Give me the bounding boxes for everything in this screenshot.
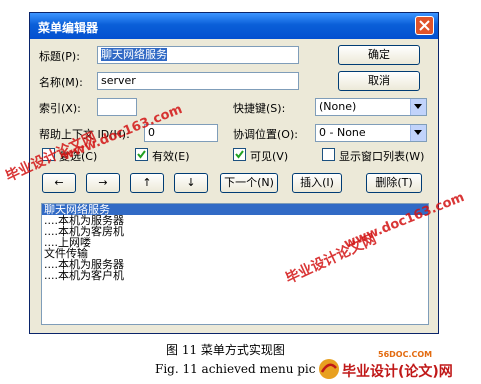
- insert-button[interactable]: 插入(I): [292, 173, 342, 193]
- index-label: 索引(X):: [39, 102, 81, 115]
- caption-label: 标题(P):: [39, 50, 80, 63]
- move-up-button[interactable]: ↑: [130, 173, 164, 193]
- menu-list[interactable]: 聊天网络服务 ....本机为服务器 ....本机为客房机 ....上网喽 文件传…: [41, 203, 429, 325]
- windowlist-checkbox[interactable]: [322, 148, 335, 161]
- close-icon: [419, 20, 430, 31]
- menu-editor-window: 菜单编辑器 标题(P): 聊天网络服务 确定 名称(M): server 取消 …: [29, 12, 439, 334]
- logo-name: 毕业设计(论文)网: [342, 364, 453, 380]
- shortcut-label: 快捷键(S):: [233, 102, 286, 115]
- visible-checkbox[interactable]: [233, 148, 246, 161]
- negotiate-dropdown-button[interactable]: [410, 125, 426, 141]
- shortcut-select[interactable]: (None): [315, 98, 427, 116]
- cancel-button[interactable]: 取消: [338, 71, 420, 91]
- logo-site: 56DOC.COM: [378, 350, 433, 359]
- site-logo: 56DOC.COM 毕业设计(论文)网: [318, 350, 478, 382]
- move-left-button[interactable]: ←: [42, 173, 76, 193]
- close-button[interactable]: [415, 16, 434, 35]
- negotiate-select[interactable]: 0 - None: [315, 124, 427, 142]
- negotiate-value: 0 - None: [319, 126, 366, 139]
- checkmark-icon: [235, 150, 244, 159]
- caption-input[interactable]: 聊天网络服务: [97, 46, 299, 64]
- move-right-button[interactable]: →: [86, 173, 120, 193]
- visible-label: 可见(V): [250, 150, 289, 163]
- enabled-label: 有效(E): [152, 150, 190, 163]
- next-button[interactable]: 下一个(N): [220, 173, 278, 193]
- name-label: 名称(M):: [39, 76, 83, 89]
- chevron-down-icon: [414, 104, 422, 109]
- enabled-checkbox[interactable]: [135, 148, 148, 161]
- shortcut-value: (None): [319, 100, 357, 113]
- index-input[interactable]: [97, 98, 137, 116]
- figure-caption-cn: 图 11 菜单方式实现图: [166, 343, 285, 357]
- shortcut-dropdown-button[interactable]: [410, 99, 426, 115]
- move-down-button[interactable]: ↓: [174, 173, 208, 193]
- window-title: 菜单编辑器: [38, 21, 99, 35]
- title-bar: 菜单编辑器: [30, 13, 438, 39]
- checkmark-icon: [137, 150, 146, 159]
- chevron-down-icon: [414, 130, 422, 135]
- list-item[interactable]: ....本机为客户机: [42, 270, 428, 281]
- logo-icon: [319, 359, 339, 379]
- delete-button[interactable]: 删除(T): [366, 173, 422, 193]
- caption-value: 聊天网络服务: [101, 48, 167, 61]
- negotiate-label: 协调位置(O):: [233, 128, 298, 141]
- windowlist-label: 显示窗口列表(W): [339, 150, 425, 163]
- figure-caption-en: Fig. 11 achieved menu pic: [155, 362, 316, 376]
- ok-button[interactable]: 确定: [338, 45, 420, 65]
- name-input[interactable]: server: [97, 72, 299, 90]
